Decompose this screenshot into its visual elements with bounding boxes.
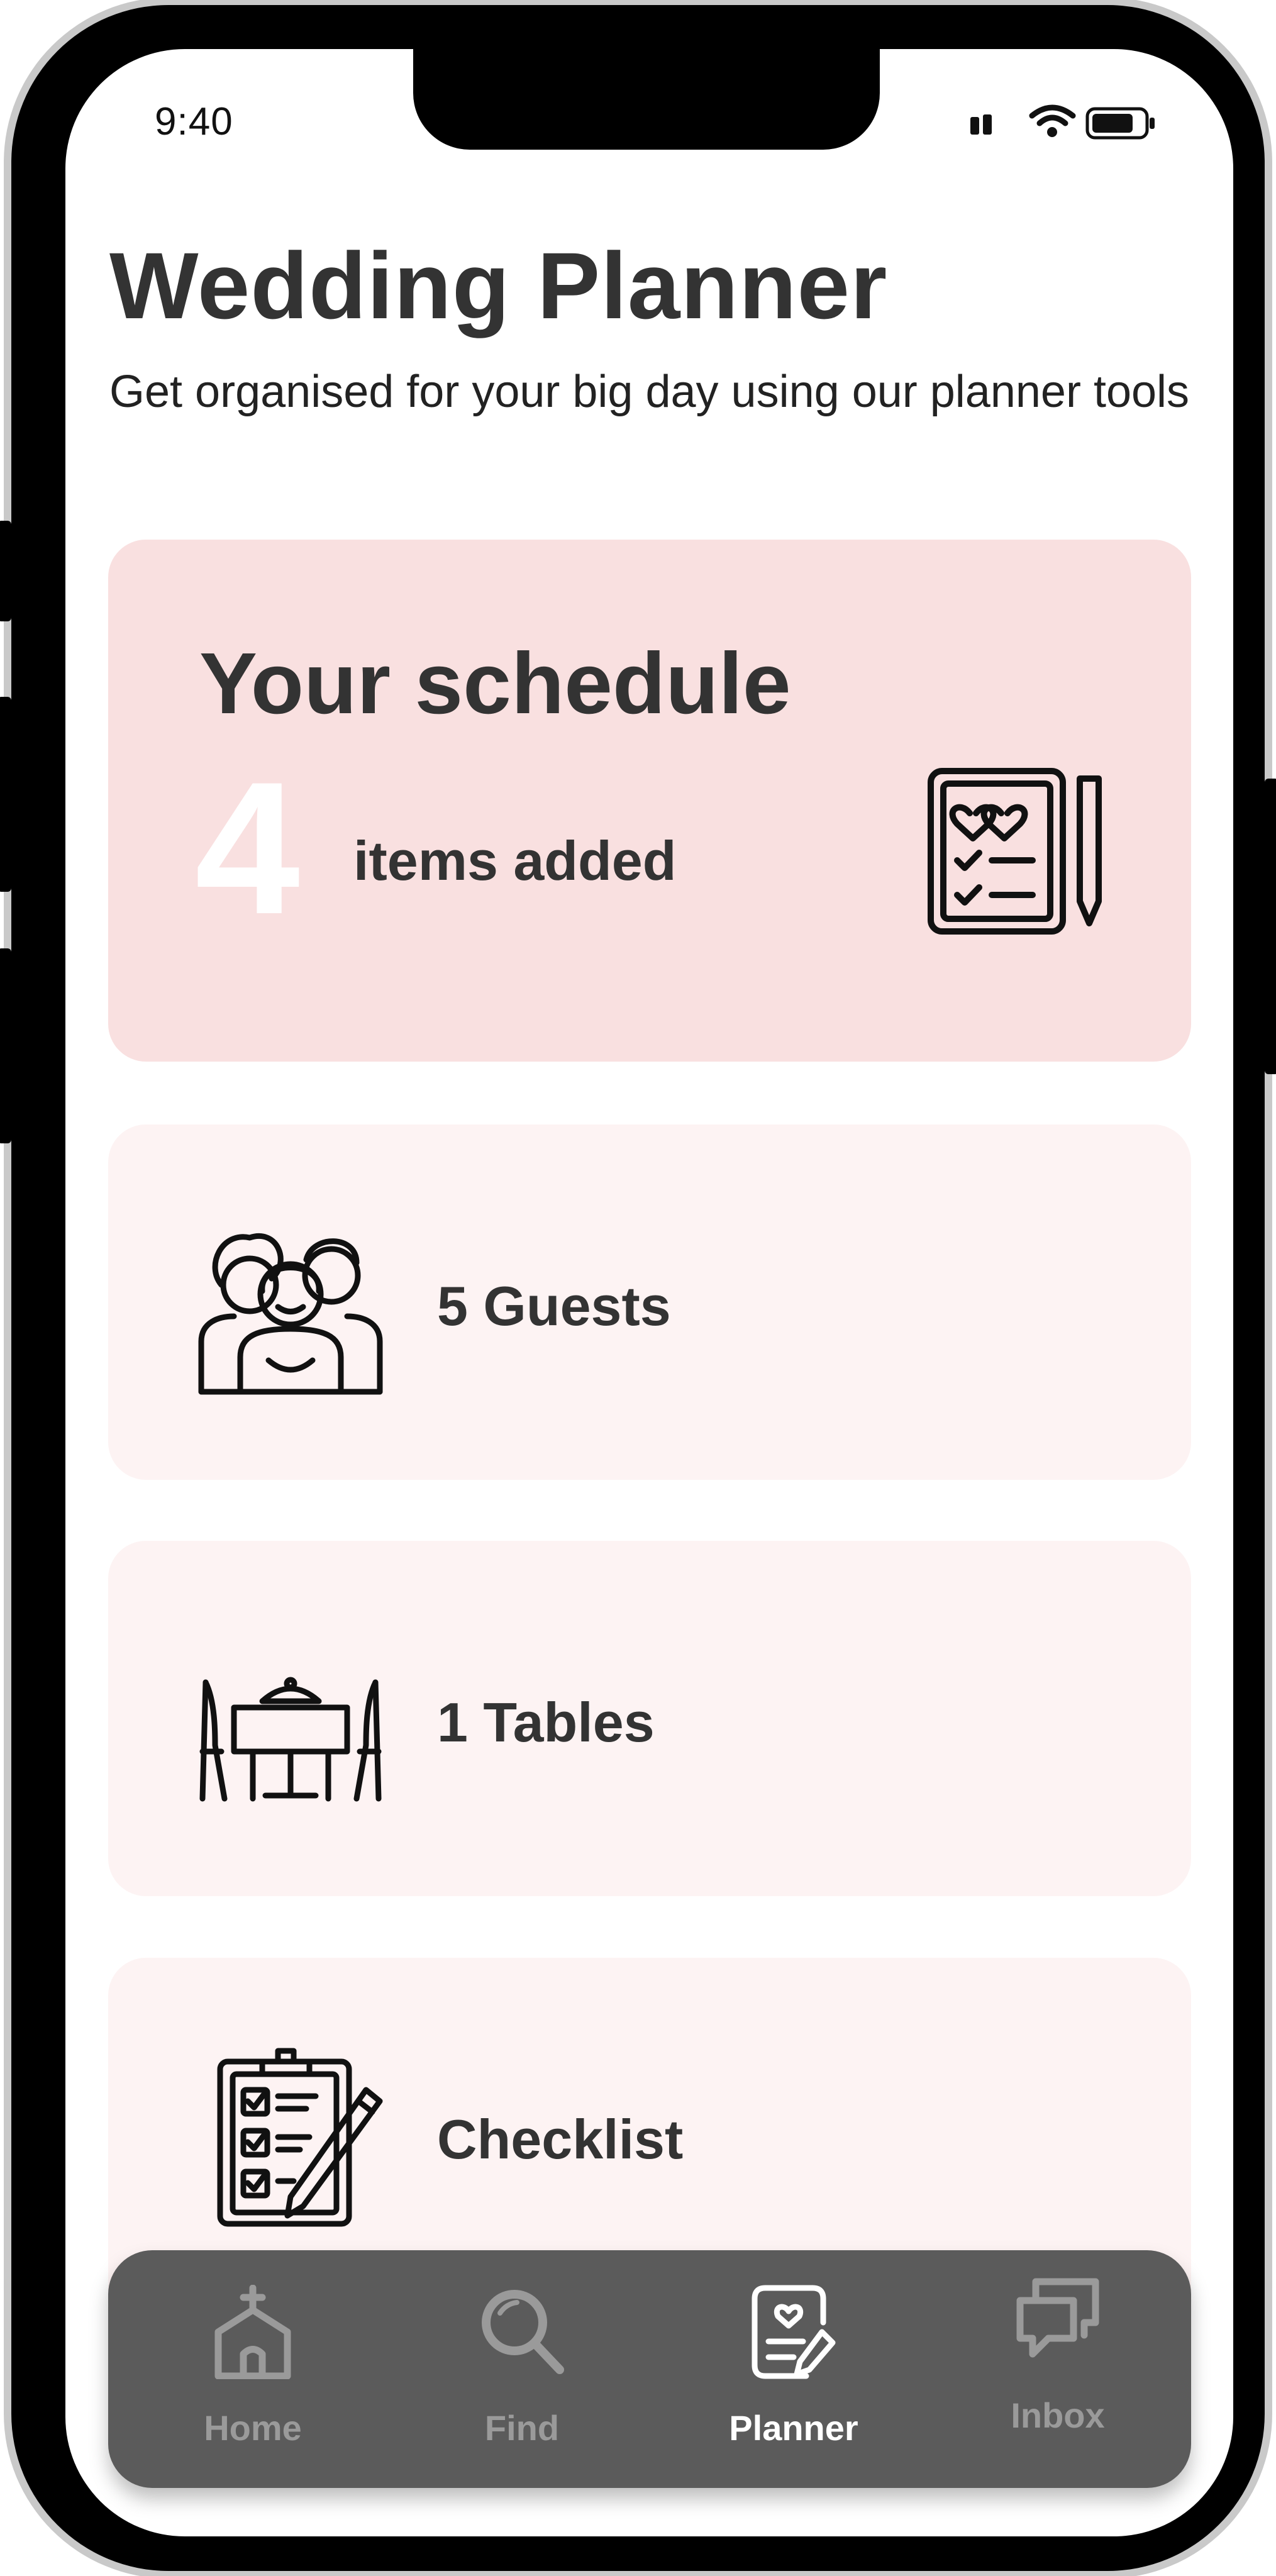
signal-icon (970, 114, 992, 135)
wifi-icon (1029, 104, 1076, 137)
tables-label: 1 Tables (437, 1691, 655, 1753)
wedding-checklist-icon (928, 768, 1102, 935)
church-icon (214, 2285, 291, 2379)
phone-button-mute (0, 521, 11, 621)
status-time: 9:40 (155, 100, 233, 143)
tab-inbox-label: Inbox (1011, 2396, 1105, 2435)
tab-inbox[interactable]: Inbox (926, 2250, 1190, 2488)
tables-card[interactable]: 1 Tables (108, 1541, 1191, 1896)
schedule-title: Your schedule (199, 635, 791, 732)
status-icons (969, 104, 1158, 142)
tab-home-label: Home (204, 2408, 302, 2448)
phone-button-volume-down (0, 948, 11, 1143)
search-icon (482, 2290, 564, 2374)
tab-planner-label: Planner (729, 2408, 858, 2448)
phone-button-power (1265, 779, 1276, 1074)
tab-planner[interactable]: Planner (662, 2250, 926, 2488)
guests-card[interactable]: 5 Guests (108, 1124, 1191, 1480)
battery-icon (1085, 107, 1155, 140)
table-icon (199, 1677, 382, 1802)
tab-find-label: Find (484, 2408, 560, 2448)
tab-find[interactable]: Find (390, 2250, 654, 2488)
phone-button-volume-up (0, 697, 11, 892)
checklist-label: Checklist (437, 2108, 684, 2170)
page-title: Wedding Planner (109, 233, 888, 338)
tab-bar: Home Find Planner Inbox (108, 2250, 1191, 2488)
chat-icon (1016, 2278, 1099, 2358)
app-screen: 9:40 Wedding Planner Get organised for y… (65, 49, 1233, 2536)
notch (413, 49, 880, 150)
page-subtitle: Get organised for your big day using our… (109, 367, 1190, 417)
tab-home[interactable]: Home (121, 2250, 385, 2488)
schedule-count: 4 (195, 742, 300, 953)
schedule-count-label: items added (353, 830, 677, 892)
guests-label: 5 Guests (437, 1275, 671, 1337)
planner-icon (752, 2285, 836, 2379)
schedule-card[interactable]: Your schedule 4 items added (108, 540, 1191, 1062)
clipboard-checklist-icon (217, 2048, 383, 2227)
guests-icon (198, 1233, 383, 1395)
phone-frame: 9:40 Wedding Planner Get organised for y… (0, 5, 1276, 2571)
